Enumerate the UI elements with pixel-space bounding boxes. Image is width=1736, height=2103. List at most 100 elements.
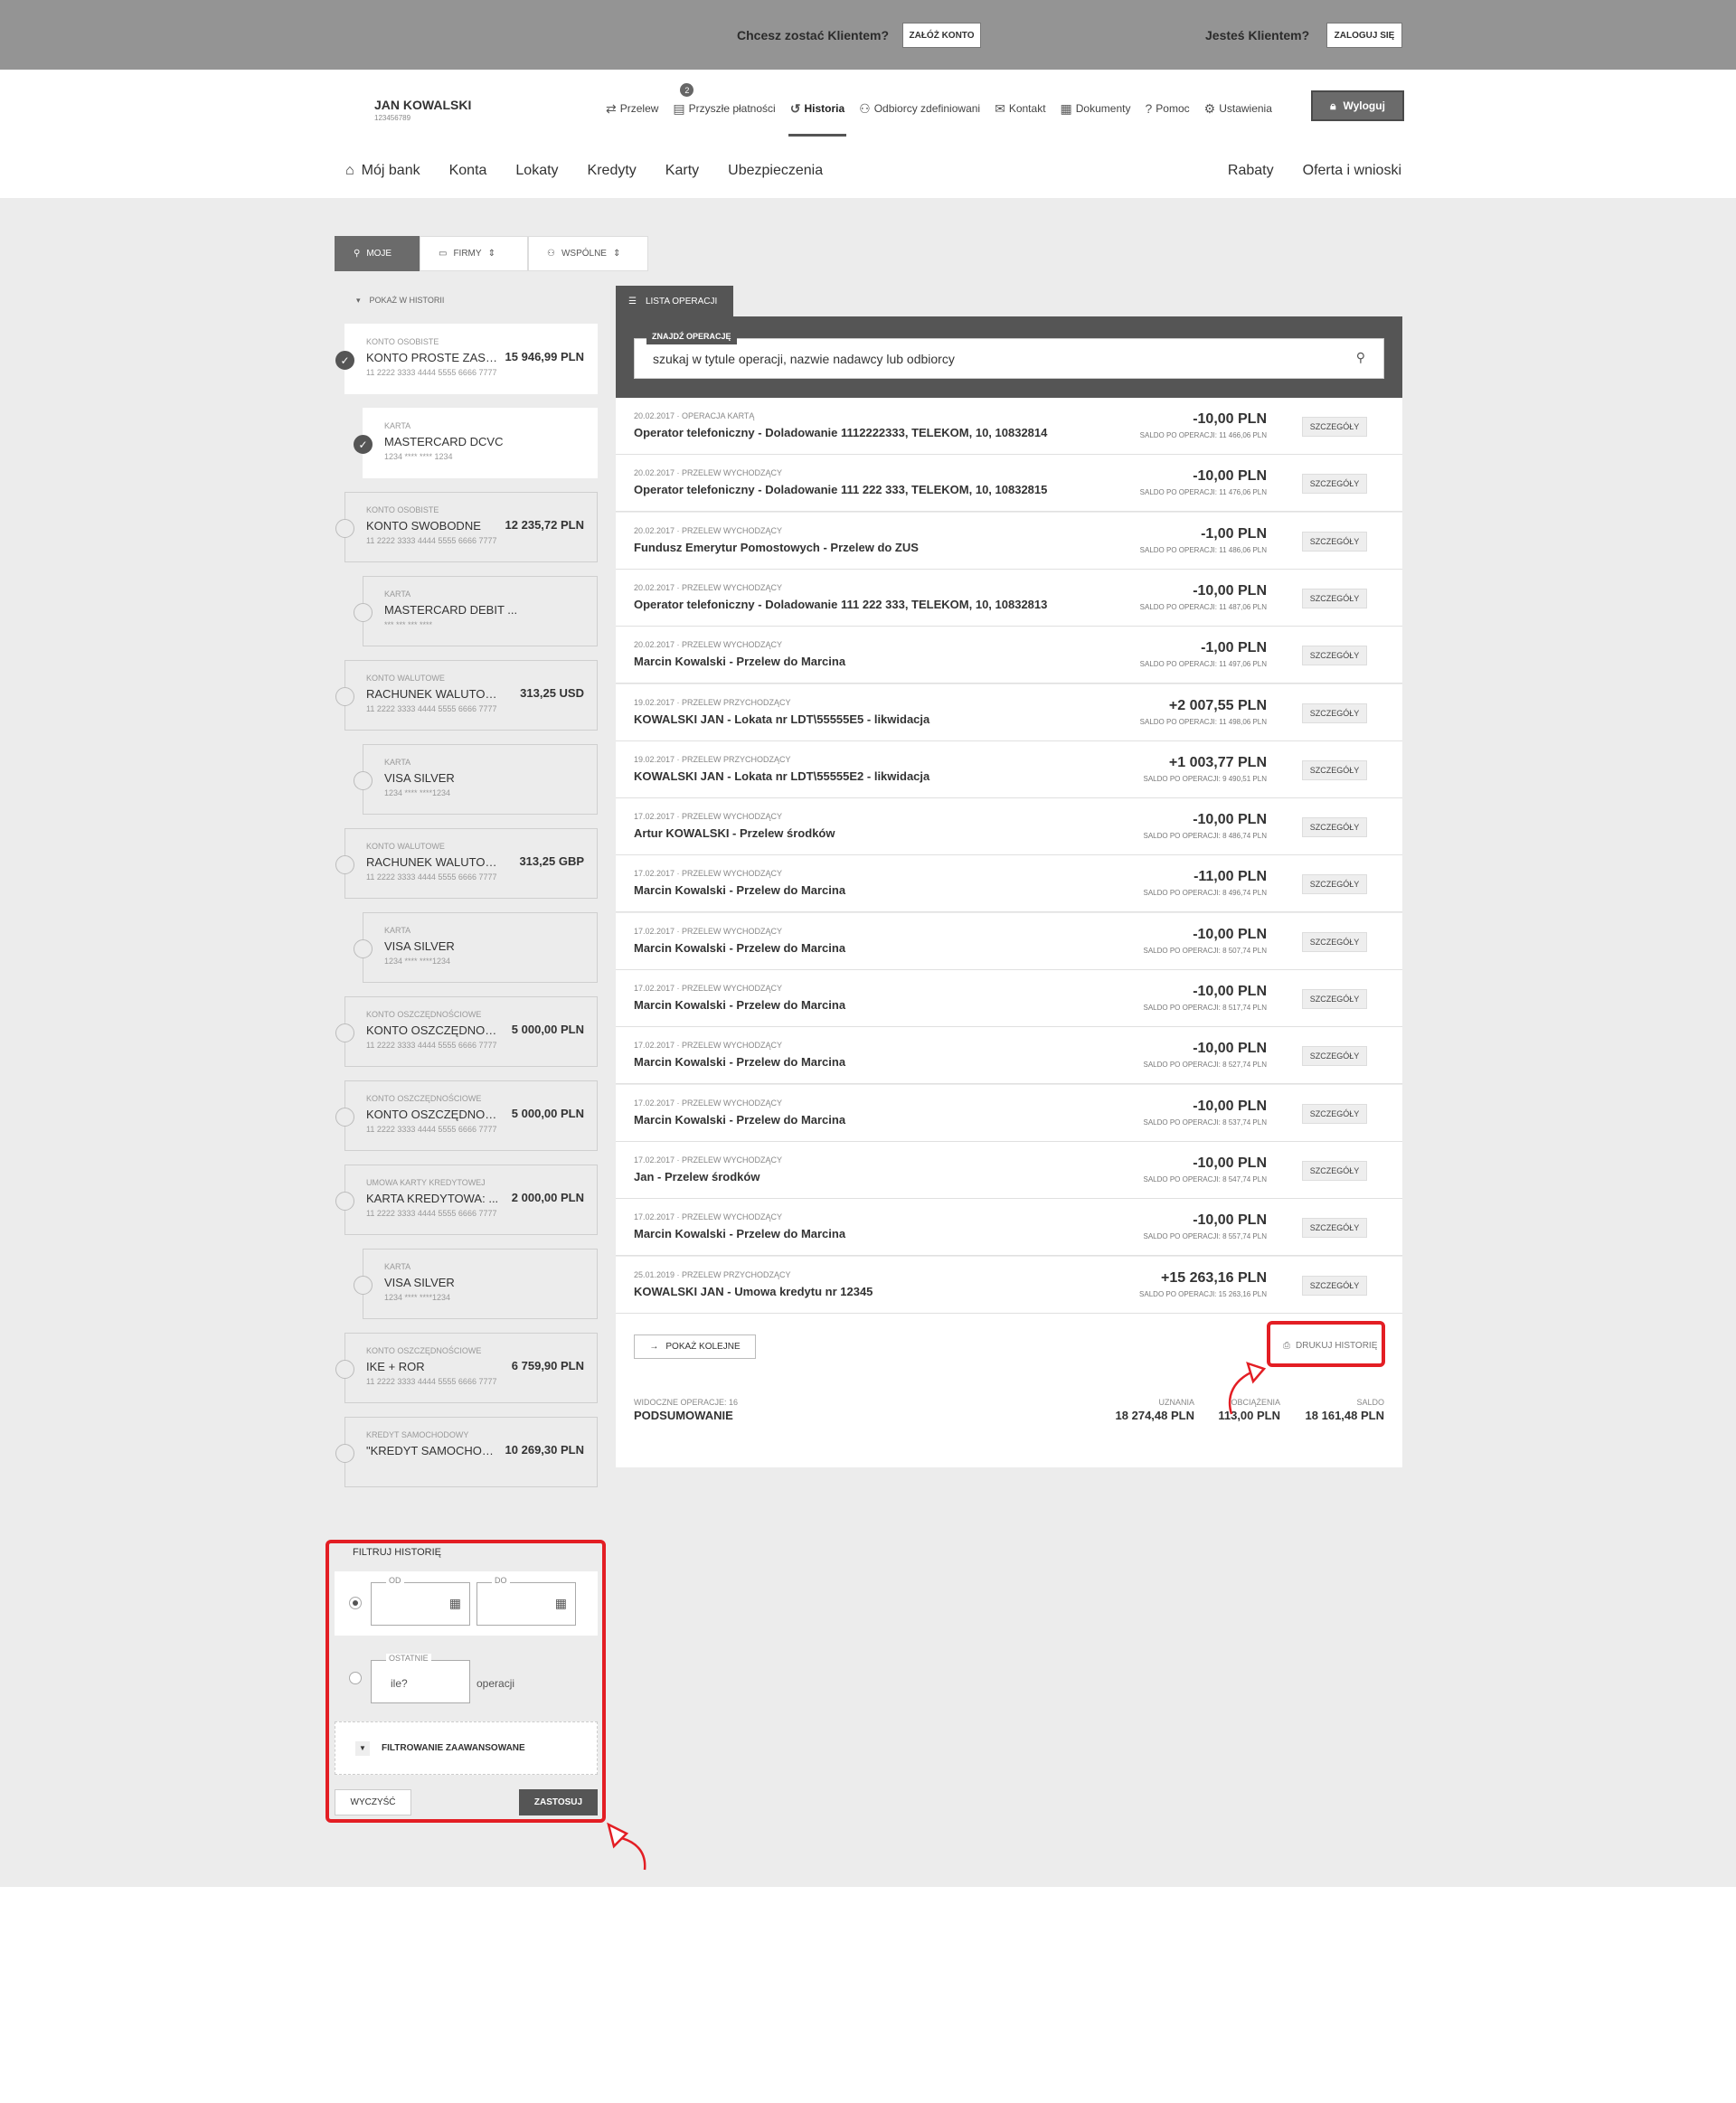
radio-button[interactable] bbox=[354, 1276, 373, 1295]
details-button[interactable]: SZCZEGÓŁY bbox=[1302, 874, 1367, 895]
arrow-right-icon: → bbox=[649, 1342, 659, 1352]
operation-meta: 17.02.2017 · PRZELEW WYCHODZĄCY bbox=[634, 1098, 783, 1108]
nav-history[interactable]: ↺ Historia bbox=[788, 98, 847, 137]
details-button[interactable]: SZCZEGÓŁY bbox=[1302, 817, 1367, 838]
nav-offer[interactable]: Oferta i wnioski bbox=[1303, 163, 1401, 179]
search-icon[interactable]: ⚲ bbox=[1356, 350, 1365, 365]
operation-balance-after: SALDO PO OPERACJI: 11 497,06 PLN bbox=[1139, 660, 1267, 669]
account-number: 11 2222 3333 4444 5555 6666 7777 bbox=[366, 704, 497, 713]
account-item[interactable]: ✓ KONTO OSOBISTE KONTO PROSTE ZASADY 15 946… bbox=[335, 324, 598, 394]
logout-label: Wyloguj bbox=[1343, 99, 1385, 112]
segment-shared-label: WSPÓLNE bbox=[561, 249, 607, 259]
logout-button[interactable]: 🔒︎ Wyloguj bbox=[1311, 90, 1404, 121]
details-button[interactable]: SZCZEGÓŁY bbox=[1302, 1103, 1367, 1124]
transfer-icon: ⇄ bbox=[606, 100, 617, 116]
radio-button[interactable] bbox=[335, 855, 354, 874]
account-item[interactable]: KONTO OSOBISTE KONTO SWOBODNE 12 235,72 PL… bbox=[335, 492, 598, 562]
nav-help-label: Pomoc bbox=[1156, 102, 1190, 115]
details-button[interactable]: SZCZEGÓŁY bbox=[1302, 931, 1367, 952]
calendar-icon: ▤ bbox=[673, 100, 685, 116]
operation-amount: -10,00 PLN bbox=[1193, 1155, 1267, 1171]
radio-button[interactable] bbox=[335, 519, 354, 538]
details-button[interactable]: SZCZEGÓŁY bbox=[1302, 1160, 1367, 1181]
account-name: VISA SILVER bbox=[384, 1276, 455, 1289]
account-name: KONTO OSZCZĘDNOŚCIOWE bbox=[366, 1108, 502, 1121]
radio-button[interactable] bbox=[335, 1192, 354, 1211]
tab-operations-list[interactable]: ☰ LISTA OPERACJI bbox=[616, 286, 733, 316]
owner-segments: ⚲ MOJE ▭ FIRMY ⇕ ⚇ WSPÓLNE ⇕ bbox=[335, 236, 648, 271]
show-in-history-toggle[interactable]: ▾ POKAŻ W HISTORII bbox=[356, 296, 444, 306]
radio-button[interactable] bbox=[335, 1444, 354, 1463]
details-button[interactable]: SZCZEGÓŁY bbox=[1302, 588, 1367, 608]
details-button[interactable]: SZCZEGÓŁY bbox=[1302, 703, 1367, 723]
operation-amount: -10,00 PLN bbox=[1193, 1098, 1267, 1114]
login-button[interactable]: ZALOGUJ SIĘ bbox=[1326, 23, 1402, 48]
nav-deposits[interactable]: Lokaty bbox=[515, 163, 558, 179]
details-button[interactable]: SZCZEGÓŁY bbox=[1302, 1046, 1367, 1067]
nav-help[interactable]: ? Pomoc bbox=[1145, 98, 1189, 119]
operations-footer: → POKAŻ KOLEJNE ⎙ DRUKUJ HISTORIĘ WIDOCZNE… bbox=[616, 1314, 1402, 1467]
nav-recipients[interactable]: ⚇ Odbiorcy zdefiniowani bbox=[859, 98, 980, 119]
operation-meta: 17.02.2017 · PRZELEW WYCHODZĄCY bbox=[634, 926, 783, 936]
operation-balance-after: SALDO PO OPERACJI: 11 476,06 PLN bbox=[1139, 488, 1267, 497]
account-type: KONTO WALUTOWE bbox=[366, 674, 445, 683]
radio-button[interactable] bbox=[354, 771, 373, 790]
details-button[interactable]: SZCZEGÓŁY bbox=[1302, 759, 1367, 780]
nav-transfer[interactable]: ⇄ Przelew bbox=[606, 98, 658, 119]
account-item[interactable]: ✓ KARTA MASTERCARD DCVC 1234 **** **** 1234 bbox=[354, 408, 598, 478]
account-item[interactable]: KONTO WALUTOWE RACHUNEK WALUTOWY 313,25 GB… bbox=[335, 828, 598, 899]
nav-contact[interactable]: ✉ Kontakt bbox=[995, 98, 1045, 119]
account-number: 1234 **** ****1234 bbox=[384, 1293, 451, 1302]
nav-future-payments[interactable]: ▤ 2 Przyszłe płatności bbox=[673, 83, 776, 119]
operation-row: 20.02.2017 · PRZELEW WYCHODZĄCY Operator … bbox=[616, 569, 1402, 627]
check-icon[interactable]: ✓ bbox=[335, 351, 354, 370]
account-item[interactable]: KREDYT SAMOCHODOWY "KREDYT SAMOCHODOWY"10… bbox=[335, 1417, 598, 1487]
operation-row: 20.02.2017 · PRZELEW WYCHODZĄCY Marcin Ko… bbox=[616, 627, 1402, 684]
nav-accounts[interactable]: Konta bbox=[449, 163, 487, 179]
operation-title: Operator telefoniczny - Doladowanie 1112… bbox=[634, 426, 1048, 439]
operation-row: 19.02.2017 · PRZELEW PRZYCHODZĄCY KOWALSK… bbox=[616, 740, 1402, 798]
open-account-button[interactable]: ZAŁÓŻ KONTO bbox=[902, 23, 981, 48]
details-button[interactable]: SZCZEGÓŁY bbox=[1302, 646, 1367, 666]
nav-discounts[interactable]: Rabaty bbox=[1228, 163, 1274, 179]
account-item[interactable]: KARTA VISA SILVER 1234 **** ****1234 bbox=[354, 1249, 598, 1319]
nav-insurance[interactable]: Ubezpieczenia bbox=[728, 163, 823, 179]
segment-shared[interactable]: ⚇ WSPÓLNE ⇕ bbox=[528, 236, 648, 271]
show-more-button[interactable]: → POKAŻ KOLEJNE bbox=[634, 1334, 756, 1359]
account-item[interactable]: KONTO OSZCZĘDNOŚCIOWE KONTO OSZCZĘDNOŚCIO… bbox=[335, 996, 598, 1067]
nav-credits[interactable]: Kredyty bbox=[588, 163, 637, 179]
check-icon[interactable]: ✓ bbox=[354, 435, 373, 454]
details-button[interactable]: SZCZEGÓŁY bbox=[1302, 474, 1367, 495]
account-item[interactable]: KONTO OSZCZĘDNOŚCIOWE KONTO OSZCZĘDNOŚCIO… bbox=[335, 1080, 598, 1151]
operation-meta: 20.02.2017 · PRZELEW WYCHODZĄCY bbox=[634, 468, 783, 478]
search-input[interactable]: szukaj w tytule operacji, nazwie nadawcy… bbox=[634, 338, 1384, 379]
details-button[interactable]: SZCZEGÓŁY bbox=[1302, 1218, 1367, 1239]
details-button[interactable]: SZCZEGÓŁY bbox=[1302, 989, 1367, 1009]
account-item[interactable]: KARTA MASTERCARD DEBIT ... *** *** *** ***… bbox=[354, 576, 598, 646]
account-type: KREDYT SAMOCHODOWY bbox=[366, 1430, 469, 1439]
radio-button[interactable] bbox=[335, 1108, 354, 1127]
account-item[interactable]: KARTA VISA SILVER 1234 **** ****1234 bbox=[354, 744, 598, 815]
operation-balance-after: SALDO PO OPERACJI: 8 517,74 PLN bbox=[1143, 1004, 1267, 1012]
radio-button[interactable] bbox=[354, 939, 373, 958]
account-item[interactable]: UMOWA KARTY KREDYTOWEJ KARTA KREDYTOWA: .… bbox=[335, 1165, 598, 1235]
details-button[interactable]: SZCZEGÓŁY bbox=[1302, 1275, 1367, 1296]
radio-button[interactable] bbox=[354, 603, 373, 622]
segment-mine[interactable]: ⚲ MOJE bbox=[335, 236, 420, 271]
account-item[interactable]: KONTO WALUTOWE RACHUNEK WALUTOWY 313,25 US… bbox=[335, 660, 598, 731]
nav-settings[interactable]: ⚙ Ustawienia bbox=[1204, 98, 1272, 119]
segment-firms[interactable]: ▭ FIRMY ⇕ bbox=[420, 236, 528, 271]
account-name: RACHUNEK WALUTOWY bbox=[366, 687, 502, 701]
nav-documents[interactable]: ▦ Dokumenty bbox=[1061, 98, 1131, 119]
nav-my-bank[interactable]: ⌂ Mój bank bbox=[345, 163, 420, 179]
account-item[interactable]: KONTO OSZCZĘDNOŚCIOWE IKE + ROR 6 759,90 P… bbox=[335, 1333, 598, 1403]
details-button[interactable]: SZCZEGÓŁY bbox=[1302, 417, 1367, 437]
account-item[interactable]: KARTA VISA SILVER 1234 **** ****1234 bbox=[354, 912, 598, 983]
radio-button[interactable] bbox=[335, 687, 354, 706]
details-button[interactable]: SZCZEGÓŁY bbox=[1302, 531, 1367, 552]
segment-firms-label: FIRMY bbox=[453, 249, 482, 259]
document-icon: ▦ bbox=[1060, 100, 1072, 116]
radio-button[interactable] bbox=[335, 1023, 354, 1042]
nav-cards[interactable]: Karty bbox=[665, 163, 699, 179]
radio-button[interactable] bbox=[335, 1360, 354, 1379]
